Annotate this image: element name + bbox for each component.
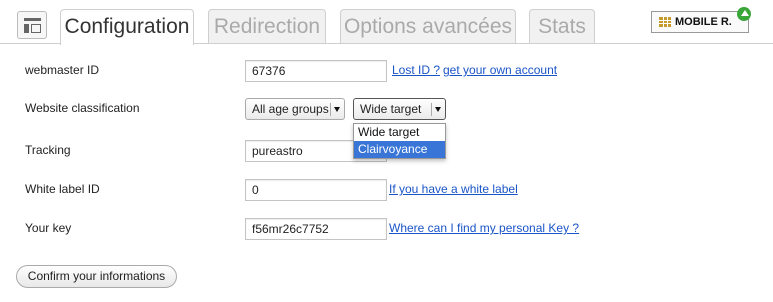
tab-stats[interactable]: Stats	[529, 9, 595, 44]
webmaster-id-input[interactable]: 67376	[245, 60, 387, 82]
option-clairvoyance[interactable]: Clairvoyance	[354, 141, 445, 158]
grid-icon	[659, 17, 671, 27]
get-account-link[interactable]: get your own account	[443, 63, 557, 77]
white-label-id-input[interactable]: 0	[245, 179, 387, 201]
find-key-link[interactable]: Where can I find my personal Key ?	[389, 221, 579, 235]
tab-bar: Configuration Redirection Options avancé…	[0, 0, 773, 45]
tracking-label: Tracking	[25, 143, 71, 157]
webmaster-id-label: webmaster ID	[25, 63, 100, 77]
age-group-value: All age groups	[252, 102, 329, 116]
classification-label: Website classification	[25, 101, 140, 115]
tab-configuration[interactable]: Configuration	[60, 9, 194, 45]
your-key-input[interactable]: f56mr26c7752	[245, 218, 387, 240]
refresh-arrow-icon	[737, 7, 751, 21]
chevron-down-icon	[435, 107, 441, 112]
tab-advanced-options[interactable]: Options avancées	[340, 9, 516, 44]
layout-icon[interactable]	[17, 11, 47, 39]
tab-redirection[interactable]: Redirection	[208, 9, 326, 44]
mobile-redirect-badge[interactable]: MOBILE R.	[651, 7, 751, 33]
chevron-down-icon	[334, 107, 340, 112]
age-group-select[interactable]: All age groups	[245, 98, 345, 120]
target-select[interactable]: Wide target	[353, 98, 446, 120]
your-key-label: Your key	[25, 221, 72, 235]
target-value: Wide target	[360, 102, 422, 116]
option-wide-target[interactable]: Wide target	[354, 124, 445, 141]
target-dropdown-list: Wide target Clairvoyance	[353, 123, 446, 159]
confirm-button[interactable]: Confirm your informations	[16, 265, 177, 288]
lost-id-link[interactable]: Lost ID ?	[392, 63, 440, 77]
white-label-link[interactable]: If you have a white label	[389, 182, 518, 196]
white-label-id-label: White label ID	[25, 182, 100, 196]
mobile-badge-label: MOBILE R.	[675, 16, 732, 28]
